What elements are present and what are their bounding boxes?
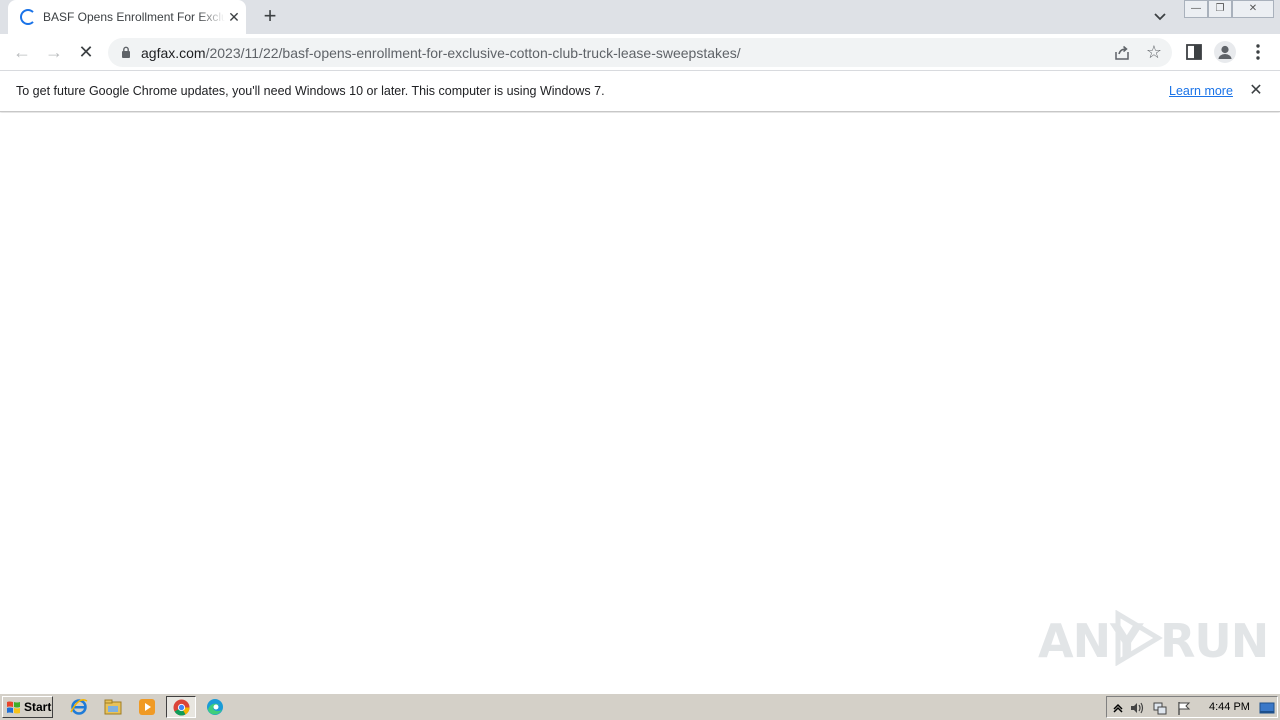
tab-close-button[interactable]: ✕ <box>225 8 243 26</box>
start-label: Start <box>24 700 52 714</box>
show-hidden-icons-icon[interactable] <box>1110 700 1126 716</box>
url-host: agfax.com <box>141 45 206 61</box>
side-panel-icon[interactable] <box>1182 40 1206 64</box>
bookmark-star-icon[interactable]: ☆ <box>1144 42 1164 62</box>
tab-strip: BASF Opens Enrollment For Exclusive Cott… <box>0 0 1280 34</box>
restore-button[interactable]: ❐ <box>1208 0 1232 18</box>
clock[interactable]: 4:44 PM <box>1209 701 1250 713</box>
infobar-message: To get future Google Chrome updates, you… <box>16 84 605 98</box>
new-tab-button[interactable]: + <box>258 5 282 29</box>
watermark-right-text: RUN <box>1160 614 1269 668</box>
volume-icon[interactable] <box>1129 700 1145 716</box>
menu-kebab-icon[interactable] <box>1246 40 1270 64</box>
infobar-close-button[interactable]: ✕ <box>1247 82 1265 100</box>
anyrun-watermark: ANY RUN <box>1038 606 1269 668</box>
chrome-icon <box>173 699 190 716</box>
tab-title: BASF Opens Enrollment For Exclusive Cott… <box>43 10 225 24</box>
edge-icon[interactable] <box>204 697 226 717</box>
windows-flag-icon <box>6 700 21 714</box>
browser-toolbar: ← → ✕ agfax.com/2023/11/22/basf-opens-en… <box>0 34 1280 71</box>
tab-search-chevron-icon[interactable] <box>1150 8 1170 26</box>
profile-avatar-icon[interactable] <box>1214 41 1236 63</box>
learn-more-link[interactable]: Learn more <box>1169 84 1233 98</box>
loading-spinner-icon <box>20 9 36 25</box>
url-path: /2023/11/22/basf-opens-enrollment-for-ex… <box>205 45 741 61</box>
stop-loading-button[interactable]: ✕ <box>74 40 98 64</box>
forward-button[interactable]: → <box>42 40 66 64</box>
share-icon[interactable] <box>1112 43 1132 63</box>
network-icon[interactable] <box>1152 700 1168 716</box>
chrome-taskbar-button[interactable] <box>166 696 196 718</box>
minimize-button[interactable]: — <box>1184 0 1208 18</box>
address-bar[interactable]: agfax.com/2023/11/22/basf-opens-enrollme… <box>108 38 1172 67</box>
play-logo-icon <box>1115 610 1163 666</box>
lock-icon[interactable] <box>121 46 131 58</box>
show-desktop-icon[interactable] <box>1259 700 1275 716</box>
system-tray: 4:44 PM <box>1106 696 1278 718</box>
start-button[interactable]: Start <box>2 696 53 718</box>
ie-icon[interactable] <box>68 697 90 717</box>
back-button[interactable]: ← <box>10 40 34 64</box>
update-infobar: To get future Google Chrome updates, you… <box>0 71 1280 112</box>
url-text[interactable]: agfax.com/2023/11/22/basf-opens-enrollme… <box>141 45 741 61</box>
media-player-icon[interactable] <box>136 697 158 717</box>
close-window-button[interactable]: ✕ <box>1232 0 1274 18</box>
explorer-icon[interactable] <box>102 697 124 717</box>
windows-taskbar: Start 4:44 PM <box>0 693 1280 720</box>
action-center-flag-icon[interactable] <box>1176 700 1192 716</box>
browser-tab[interactable]: BASF Opens Enrollment For Exclusive Cott… <box>8 0 246 34</box>
